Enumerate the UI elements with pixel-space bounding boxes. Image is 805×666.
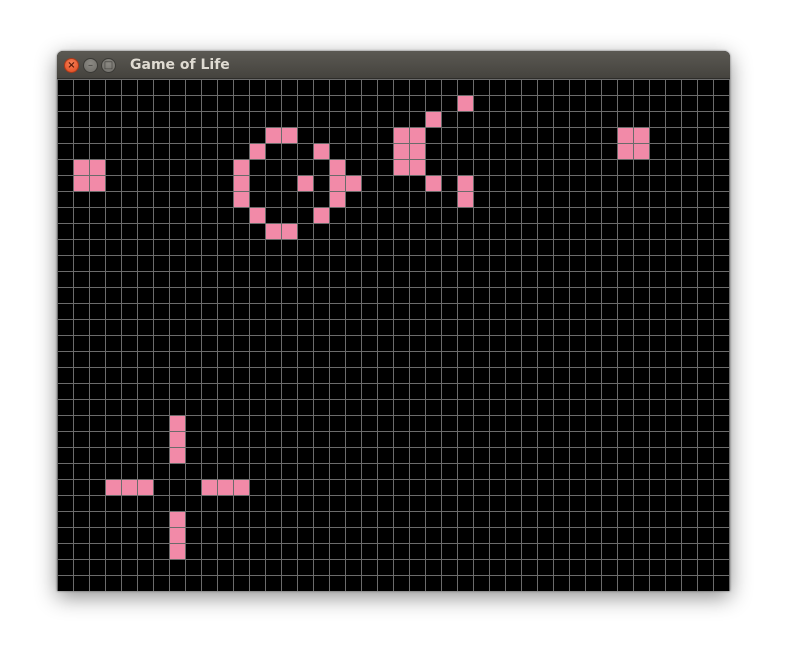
title-bar[interactable]: × – □ Game of Life: [57, 51, 730, 79]
live-cell[interactable]: [170, 512, 185, 527]
live-cell[interactable]: [234, 176, 249, 191]
live-cell[interactable]: [426, 112, 441, 127]
live-cell[interactable]: [394, 160, 409, 175]
app-window: × – □ Game of Life: [57, 51, 730, 591]
live-cell[interactable]: [74, 176, 89, 191]
live-cell[interactable]: [458, 176, 473, 191]
minimize-icon: –: [88, 60, 93, 71]
live-cell[interactable]: [298, 176, 313, 191]
maximize-button[interactable]: □: [101, 58, 116, 73]
live-cell[interactable]: [458, 192, 473, 207]
live-cell[interactable]: [170, 448, 185, 463]
live-cell[interactable]: [330, 160, 345, 175]
live-cell[interactable]: [170, 416, 185, 431]
live-cell[interactable]: [314, 208, 329, 223]
live-cell[interactable]: [634, 144, 649, 159]
live-cell[interactable]: [618, 128, 633, 143]
window-title: Game of Life: [130, 57, 230, 73]
live-cell[interactable]: [330, 176, 345, 191]
live-cell[interactable]: [234, 192, 249, 207]
live-cell[interactable]: [202, 480, 217, 495]
live-cell[interactable]: [74, 160, 89, 175]
live-cell[interactable]: [282, 128, 297, 143]
live-cell[interactable]: [394, 144, 409, 159]
live-cell[interactable]: [122, 480, 137, 495]
live-cell[interactable]: [250, 144, 265, 159]
life-grid[interactable]: [57, 79, 730, 591]
live-cell[interactable]: [250, 208, 265, 223]
live-cell[interactable]: [330, 192, 345, 207]
live-cell[interactable]: [90, 176, 105, 191]
live-cell[interactable]: [170, 432, 185, 447]
live-cell[interactable]: [170, 528, 185, 543]
live-cell[interactable]: [314, 144, 329, 159]
live-cell[interactable]: [234, 160, 249, 175]
live-cell[interactable]: [410, 160, 425, 175]
live-cell[interactable]: [394, 128, 409, 143]
minimize-button[interactable]: –: [83, 58, 98, 73]
live-cell[interactable]: [90, 160, 105, 175]
live-cell[interactable]: [634, 128, 649, 143]
live-cell[interactable]: [410, 128, 425, 143]
live-cell[interactable]: [106, 480, 121, 495]
live-cell[interactable]: [618, 144, 633, 159]
live-cell[interactable]: [458, 96, 473, 111]
live-cell[interactable]: [266, 128, 281, 143]
close-button[interactable]: ×: [64, 58, 79, 73]
live-cell[interactable]: [346, 176, 361, 191]
live-cell[interactable]: [282, 224, 297, 239]
live-cell[interactable]: [234, 480, 249, 495]
live-cell[interactable]: [218, 480, 233, 495]
live-cell[interactable]: [138, 480, 153, 495]
close-icon: ×: [67, 60, 76, 71]
live-cell[interactable]: [266, 224, 281, 239]
maximize-icon: □: [103, 60, 114, 71]
live-cell[interactable]: [426, 176, 441, 191]
live-cell[interactable]: [410, 144, 425, 159]
live-cell[interactable]: [170, 544, 185, 559]
